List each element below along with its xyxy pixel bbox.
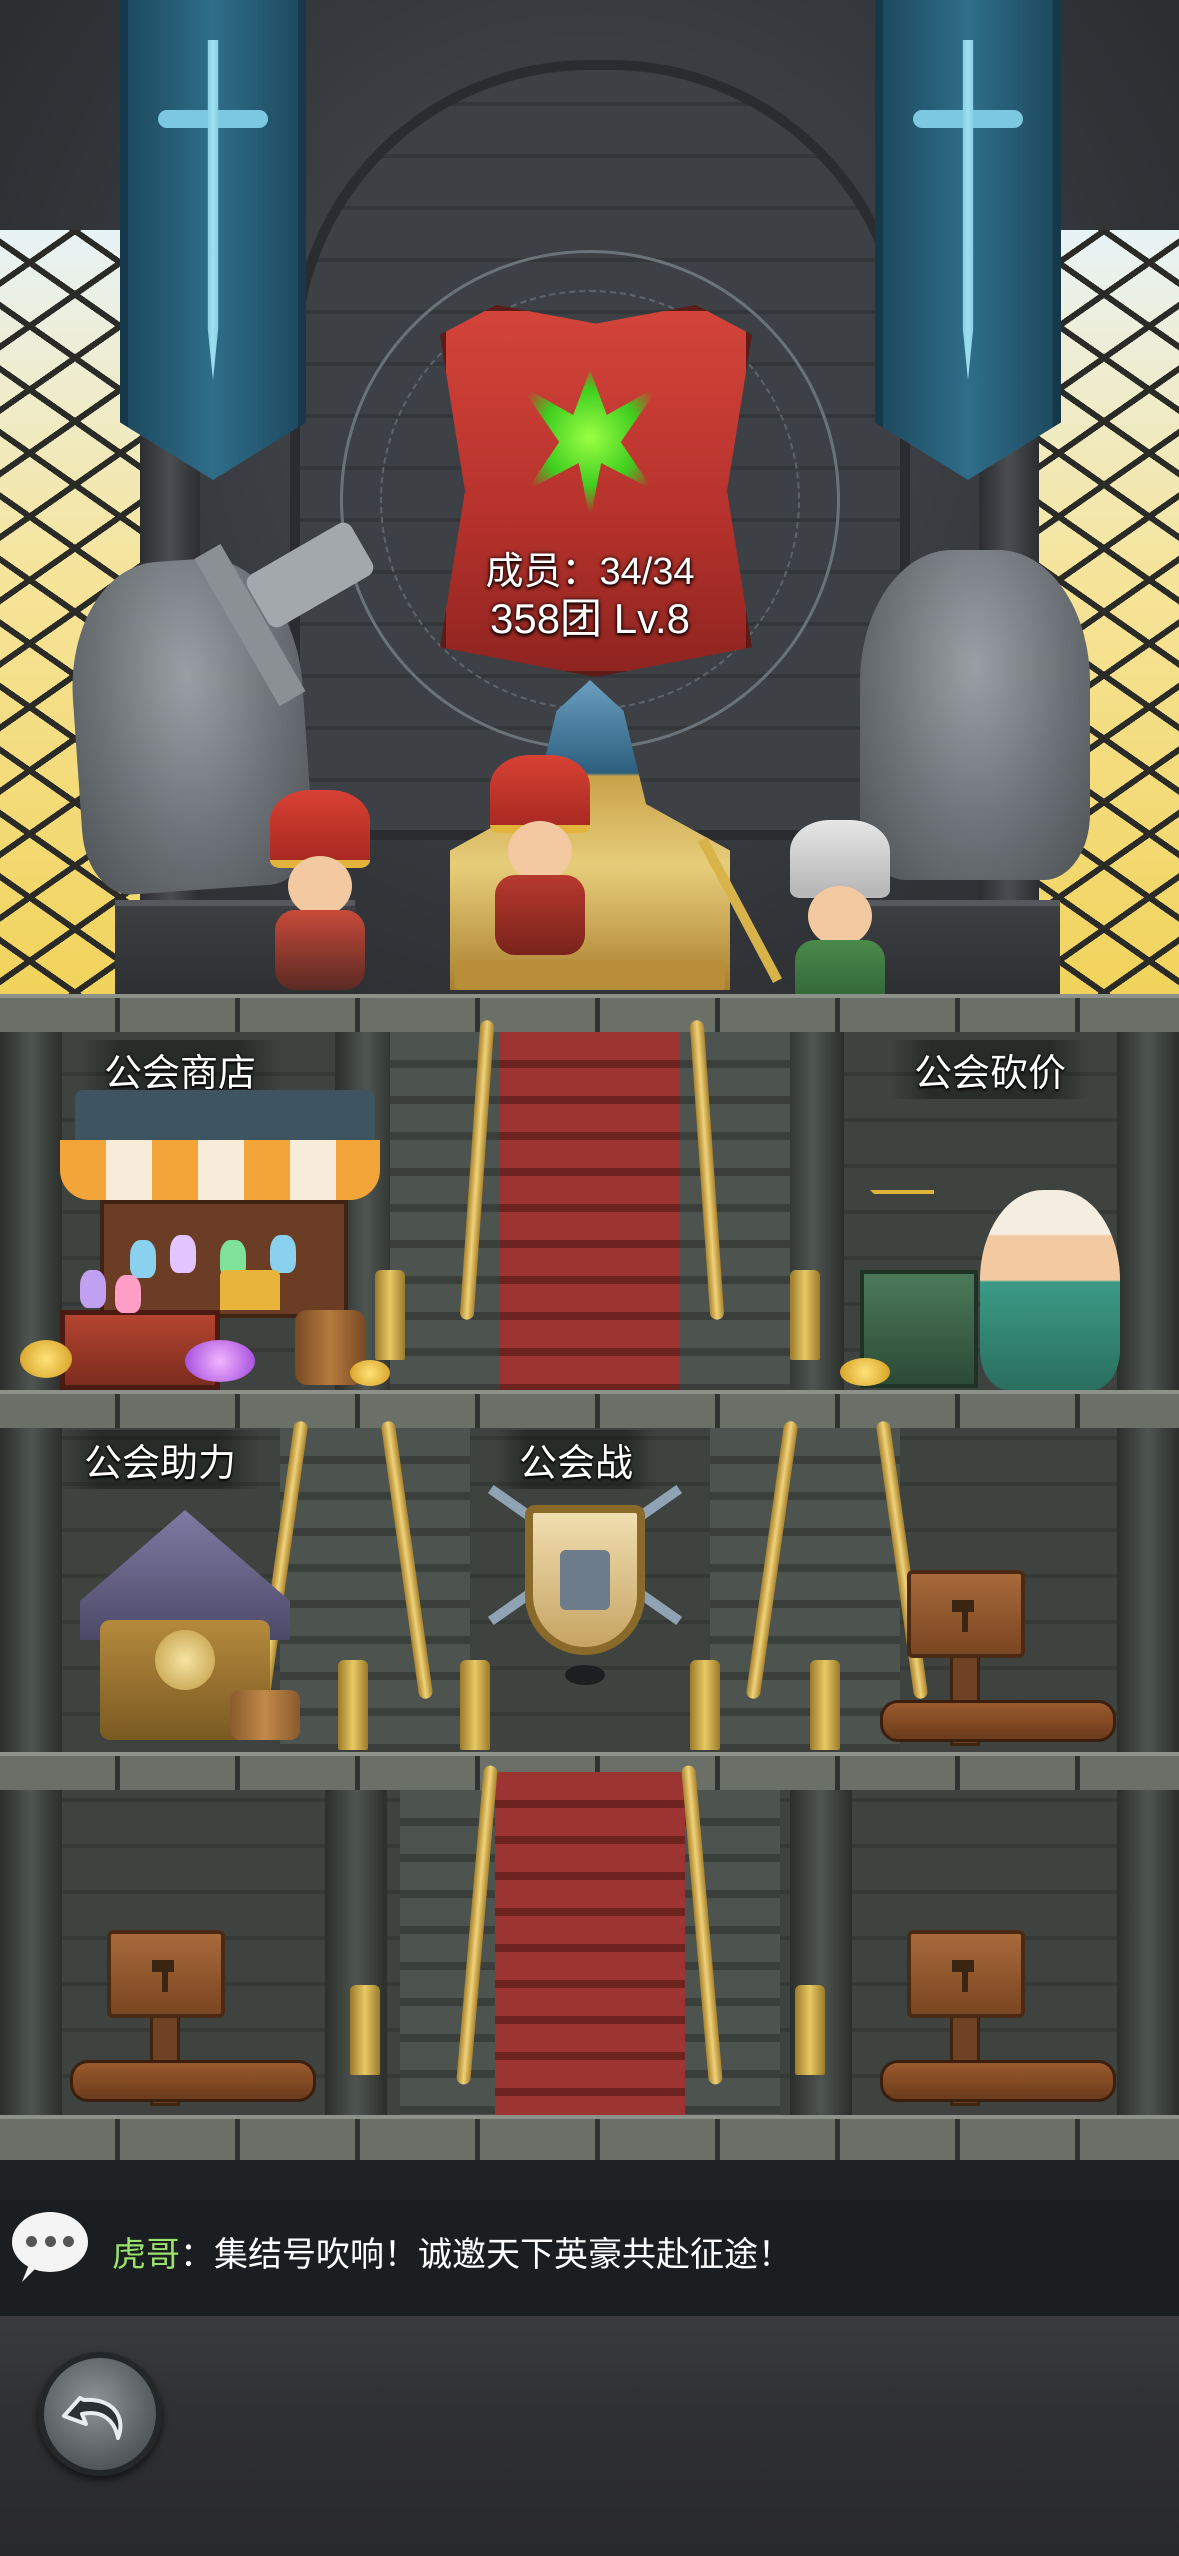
logs: [880, 2060, 1116, 2102]
hammer-signpost-icon: [107, 1930, 225, 2018]
scales-icon: [870, 1190, 934, 1264]
guild-assist-room[interactable]: 公会助力: [40, 1430, 340, 1750]
chat-sender-name: 虎哥: [112, 2236, 180, 2274]
shop-awning: [60, 1140, 380, 1200]
hammer-signpost-icon: [907, 1570, 1025, 1658]
chat-separator: ：: [180, 2236, 214, 2274]
throne-hall: 成员：34/34 358团 Lv.8: [0, 0, 1179, 1000]
column: [1117, 1790, 1179, 2120]
banner-left: [120, 0, 306, 480]
rail-post: [810, 1660, 840, 1750]
war-base: [565, 1665, 605, 1685]
potion-icon: [170, 1235, 196, 1273]
sword-icon: [207, 40, 219, 380]
chat-message-line[interactable]: 虎哥：集结号吹响！诚邀天下英豪共赴征途！: [112, 2227, 792, 2276]
rail-post: [790, 1270, 820, 1360]
locked-room-1[interactable]: [880, 1550, 1120, 1750]
rail-post: [795, 1985, 825, 2075]
locked-room-3[interactable]: [880, 1910, 1120, 2110]
guild-officer-character[interactable]: [260, 790, 380, 990]
rail-post: [338, 1660, 368, 1750]
guild-assist-label: 公会助力: [60, 1430, 261, 1489]
potion-icon: [270, 1235, 296, 1273]
shop-roof: [75, 1090, 375, 1145]
gold-bag-icon: [20, 1340, 72, 1378]
stair-side: [710, 1428, 900, 1758]
gold-coins-icon: [840, 1358, 890, 1386]
rail-post: [375, 1270, 405, 1360]
guild-war-room[interactable]: 公会战: [460, 1430, 710, 1750]
gems-icon: [185, 1340, 255, 1382]
undo-arrow-icon: [62, 2396, 123, 2440]
potion-icon: [80, 1270, 106, 1308]
potion-icon: [130, 1240, 156, 1278]
guild-leader-character[interactable]: [480, 755, 600, 955]
speech-bubble-icon[interactable]: [12, 2212, 88, 2282]
column: [1117, 1428, 1179, 1758]
hammer-signpost-icon: [907, 1930, 1025, 2018]
red-carpet-stairs: [495, 1772, 685, 2120]
rail-post: [350, 1985, 380, 2075]
barrel: [230, 1690, 300, 1740]
throne-base: [455, 960, 725, 990]
banner-right: [875, 0, 1061, 480]
guild-bargain-label: 公会砍价: [890, 1040, 1091, 1099]
guild-shop-room[interactable]: 公会商店: [20, 1040, 390, 1390]
crown-icon: [220, 1270, 280, 1310]
foundation: [0, 2160, 1179, 2200]
guild-elder-character[interactable]: [780, 820, 900, 1000]
logs: [70, 2060, 316, 2102]
sword-icon: [962, 40, 974, 380]
column: [0, 1790, 62, 2120]
back-button[interactable]: [38, 2352, 162, 2476]
merchant-character[interactable]: [980, 1190, 1120, 1390]
skull-crest-icon: [155, 1630, 215, 1690]
potion-icon: [115, 1275, 141, 1313]
shield-crest: [560, 1550, 610, 1610]
chat-message-text: 集结号吹响！诚邀天下英豪共赴征途！: [214, 2236, 792, 2274]
bottom-panel: [0, 2316, 1179, 2556]
logs: [880, 1700, 1116, 1742]
gold-coins-icon: [350, 1360, 390, 1386]
knight-statue: [860, 550, 1090, 880]
red-carpet-stairs: [500, 1032, 680, 1394]
locked-room-2[interactable]: [70, 1910, 316, 2110]
guild-level: 358团 Lv.8: [489, 595, 690, 642]
guild-bargain-room[interactable]: 公会砍价: [840, 1040, 1160, 1390]
guild-war-label: 公会战: [495, 1430, 658, 1489]
